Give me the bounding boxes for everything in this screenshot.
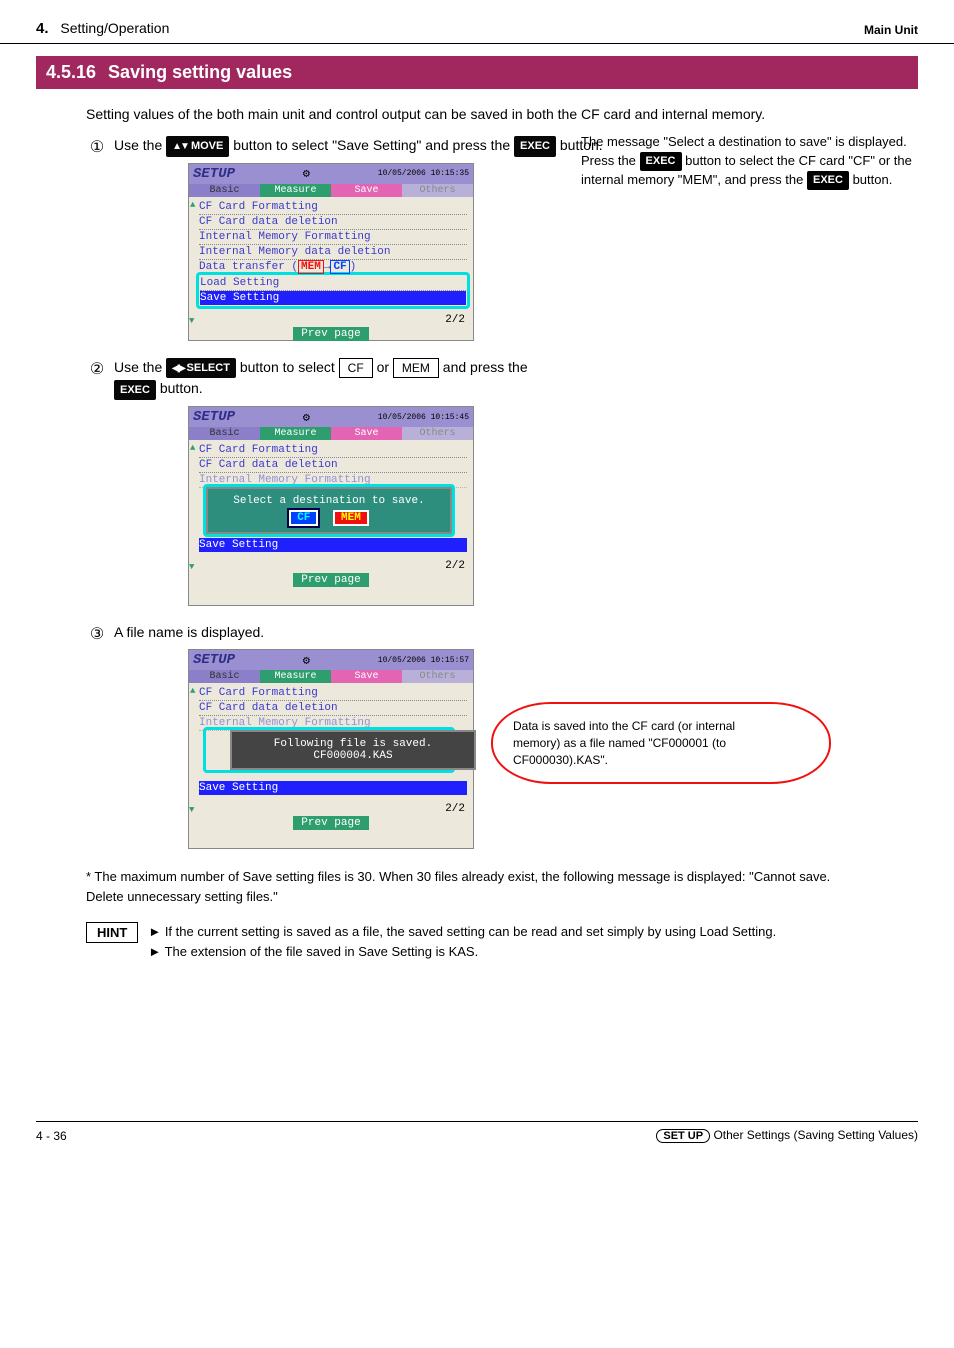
intro-text: Setting values of the both main unit and… [86,103,882,125]
footer-text: SET UP Other Settings (Saving Setting Va… [656,1128,918,1143]
prev-page-button[interactable]: Prev page [293,816,368,830]
select-button: SELECT [166,358,236,379]
page-header: 4. Setting/Operation Main Unit [0,0,954,44]
list-item-load[interactable]: Load Setting [200,276,466,291]
scroll-up-icon[interactable]: ▲ [190,443,195,453]
section-banner: 4.5.16 Saving setting values [36,56,918,89]
highlight-load-save: Load Setting Save Setting [196,272,470,309]
scroll-down-icon[interactable]: ▼ [189,805,194,815]
move-button: MOVE [166,136,229,157]
list-item[interactable]: CF Card Formatting [199,686,467,701]
tab-others[interactable]: Others [402,427,473,440]
list-item[interactable]: Internal Memory Formatting [199,230,467,245]
banner-title: Saving setting values [108,62,292,83]
step2-text: Use the SELECT button to select CF or ME… [114,357,634,400]
tab-save[interactable]: Save [331,427,402,440]
device-screen-1: SETUP ⚙ 10/05/2006 10:15:35 Basic Measur… [188,163,474,341]
list-item[interactable]: CF Card data deletion [199,458,467,473]
pager-text: 2/2 [189,799,473,817]
callout-bubble: Data is saved into the CF card (or inter… [491,702,831,784]
prev-page-button[interactable]: Prev page [293,327,368,341]
exec-button-2: EXEC [114,380,156,401]
file-saved-popup: Following file is saved. CF000004.KAS [230,730,476,770]
callout-line3: CF000030).KAS". [513,752,809,769]
list-item[interactable]: CF Card data deletion [199,215,467,230]
list-item-save-selected[interactable]: Save Setting [199,538,467,552]
popup-mem-button[interactable]: MEM [333,510,369,526]
mem-option: MEM [393,358,439,378]
device-tabs: Basic Measure Save Others [189,184,473,197]
tab-save[interactable]: Save [331,670,402,683]
step-1: ① Use the MOVE button to select "Save Se… [86,135,954,347]
exec-button: EXEC [514,136,556,157]
popup-cf-button[interactable]: CF [289,510,318,526]
list-item[interactable]: CF Card data deletion [199,701,467,716]
device-time: 10/05/2006 10:15:57 [378,656,469,665]
popup-file-line2: CF000004.KAS [236,750,470,762]
pager-text: 2/2 [189,556,473,574]
tab-measure[interactable]: Measure [260,670,331,683]
scroll-up-icon[interactable]: ▲ [190,200,195,210]
section-number: 4. [36,20,49,37]
tab-others[interactable]: Others [402,184,473,197]
hint-line1: ► If the current setting is saved as a f… [148,922,776,942]
tab-basic[interactable]: Basic [189,427,260,440]
scroll-down-icon[interactable]: ▼ [189,316,194,326]
step-2: ② Use the SELECT button to select CF or … [86,357,954,612]
popup-message: Select a destination to save. [214,495,444,507]
tab-measure[interactable]: Measure [260,184,331,197]
step-3: ③ A file name is displayed. SETUP ⚙ 10/0… [86,622,954,855]
device-time: 10/05/2006 10:15:35 [378,169,469,178]
pager-text: 2/2 [189,310,473,328]
device-title: SETUP [193,409,235,425]
prev-page-button[interactable]: Prev page [293,573,368,587]
unit-label: Main Unit [864,23,918,37]
step3-text: A file name is displayed. [114,622,634,643]
scroll-down-icon[interactable]: ▼ [189,562,194,572]
side-note-1: The message "Select a destination to sav… [581,133,931,190]
cf-option: CF [339,358,373,378]
list-item[interactable]: Internal Memory data deletion [199,245,467,260]
popup-file-line1: Following file is saved. [236,738,470,750]
hint-block: HINT ► If the current setting is saved a… [86,922,868,961]
tab-save[interactable]: Save [331,184,402,197]
step-number-3: ③ [86,624,108,644]
tab-basic[interactable]: Basic [189,184,260,197]
step-number-1: ① [86,137,108,157]
device-title: SETUP [193,166,235,182]
destination-popup: Select a destination to save. CF MEM [206,487,452,534]
device-screen-2: SETUP ⚙ 10/05/2006 10:15:45 Basic Measur… [188,406,474,606]
exec-button-inline2: EXEC [807,171,849,190]
exec-button-inline: EXEC [640,152,682,171]
hint-line2: ► The extension of the file saved in Sav… [148,942,776,962]
note-text: * The maximum number of Save setting fil… [86,867,868,906]
list-item-save-selected[interactable]: Save Setting [200,291,466,305]
callout-line1: Data is saved into the CF card (or inter… [513,718,809,735]
device-time: 10/05/2006 10:15:45 [378,413,469,422]
hint-label: HINT [86,922,138,943]
section-title: Setting/Operation [60,20,169,36]
tab-measure[interactable]: Measure [260,427,331,440]
scroll-up-icon[interactable]: ▲ [190,686,195,696]
page-footer: 4 - 36 SET UP Other Settings (Saving Set… [36,1121,918,1143]
list-item[interactable]: CF Card Formatting [199,443,467,458]
list-item[interactable]: CF Card Formatting [199,200,467,215]
tab-basic[interactable]: Basic [189,670,260,683]
tab-others[interactable]: Others [402,670,473,683]
setup-oval-icon: SET UP [656,1129,710,1143]
callout-line2: memory) as a file named "CF000001 (to [513,735,809,752]
step-number-2: ② [86,359,108,379]
footer-page-num: 4 - 36 [36,1129,67,1143]
device-title: SETUP [193,652,235,668]
step1-text: Use the MOVE button to select "Save Sett… [114,135,634,157]
device-screen-3: SETUP ⚙ 10/05/2006 10:15:57 Basic Measur… [188,649,474,849]
list-item-save-selected[interactable]: Save Setting [199,781,467,795]
banner-number: 4.5.16 [46,62,96,83]
